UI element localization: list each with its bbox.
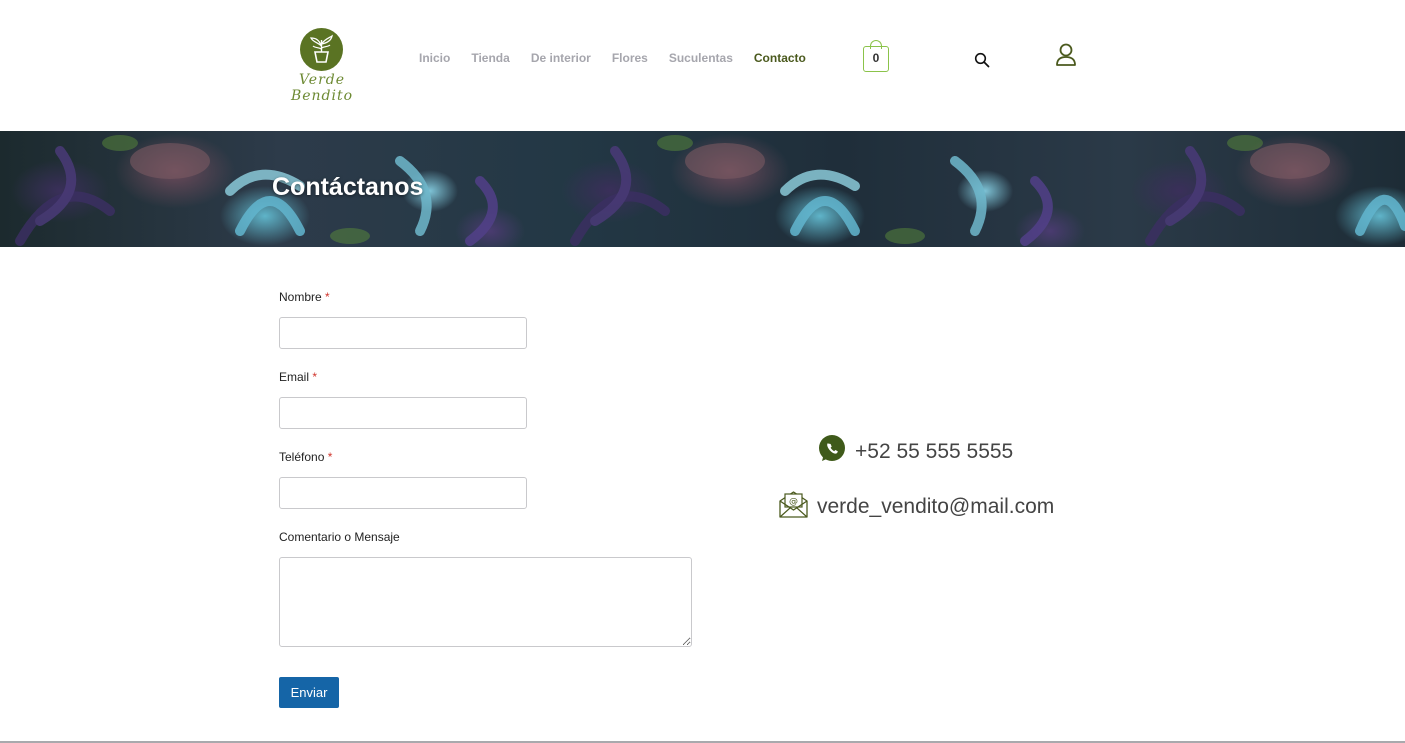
plant-logo-icon bbox=[300, 28, 343, 71]
nav-item-flores[interactable]: Flores bbox=[612, 51, 648, 65]
phone-field[interactable] bbox=[279, 477, 527, 509]
required-mark: * bbox=[327, 450, 333, 464]
name-field[interactable] bbox=[279, 317, 527, 349]
main-nav: Inicio Tienda De interior Flores Suculen… bbox=[419, 51, 827, 65]
email-address: verde_vendito@mail.com bbox=[817, 494, 1055, 518]
nav-item-de-interior[interactable]: De interior bbox=[531, 51, 591, 65]
cart-count: 0 bbox=[863, 46, 889, 72]
submit-button[interactable]: Enviar bbox=[279, 677, 339, 708]
phone-number: +52 55 555 5555 bbox=[855, 439, 1014, 463]
email-label: Email * bbox=[279, 370, 699, 388]
site-logo[interactable]: Verde Bendito bbox=[274, 26, 370, 104]
page-title: Contáctanos bbox=[272, 173, 424, 201]
email-envelope-icon: @ bbox=[778, 489, 809, 524]
nav-item-tienda[interactable]: Tienda bbox=[471, 51, 509, 65]
shopping-bag-icon[interactable]: 0 bbox=[863, 40, 889, 72]
phone-contact[interactable]: +52 55 555 5555 bbox=[817, 434, 1013, 469]
phone-label-text: Teléfono bbox=[279, 450, 325, 464]
email-field[interactable] bbox=[279, 397, 527, 429]
message-label: Comentario o Mensaje bbox=[279, 530, 400, 544]
required-mark: * bbox=[312, 370, 318, 384]
nav-item-suculentas[interactable]: Suculentas bbox=[669, 51, 733, 65]
site-header: Verde Bendito Inicio Tienda De interior … bbox=[0, 0, 1405, 131]
user-icon[interactable] bbox=[1055, 43, 1077, 67]
succulent-banner-image bbox=[15, 135, 1405, 246]
name-label: Nombre * bbox=[279, 290, 699, 308]
nav-item-inicio[interactable]: Inicio bbox=[419, 51, 450, 65]
contact-form: Nombre * Email * Teléfono * Comentario o… bbox=[279, 290, 699, 647]
page-banner: Contáctanos bbox=[0, 131, 1405, 247]
email-label-text: Email bbox=[279, 370, 310, 384]
required-mark: * bbox=[325, 290, 330, 304]
svg-text:@: @ bbox=[789, 497, 798, 507]
phone-label: Teléfono * bbox=[279, 450, 699, 468]
search-icon[interactable] bbox=[974, 52, 990, 68]
message-textarea[interactable] bbox=[279, 557, 692, 647]
logo-wordmark: Verde Bendito bbox=[290, 72, 354, 104]
name-label-text: Nombre bbox=[279, 290, 322, 304]
email-contact[interactable]: @ verde_vendito@mail.com bbox=[778, 489, 1054, 524]
whatsapp-icon bbox=[817, 434, 847, 469]
nav-item-contacto[interactable]: Contacto bbox=[754, 51, 806, 65]
